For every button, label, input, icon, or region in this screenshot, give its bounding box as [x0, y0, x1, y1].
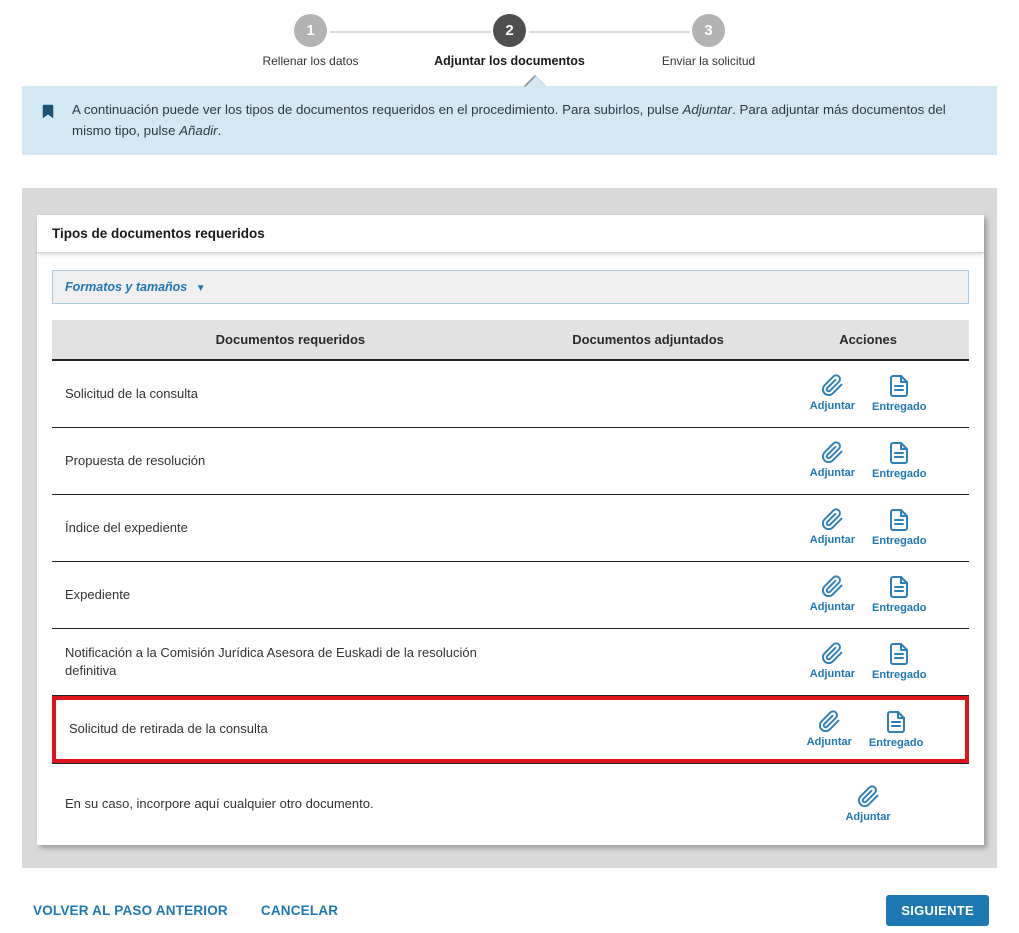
- document-icon: [887, 642, 911, 666]
- table-row-highlighted: Solicitud de retirada de la consulta Adj…: [52, 696, 969, 763]
- table-row: En su caso, incorpore aquí cualquier otr…: [52, 764, 969, 845]
- table-row: Índice del expediente Adjuntar Entregado: [52, 495, 969, 562]
- documents-table: Documentos requeridos Documentos adjunta…: [52, 320, 969, 845]
- document-name: Propuesta de resolución: [52, 442, 529, 480]
- action-label: Entregado: [872, 669, 926, 681]
- step-1-label: Rellenar los datos: [211, 54, 410, 68]
- paperclip-icon: [821, 441, 844, 464]
- document-icon: [887, 441, 911, 465]
- document-name: Índice del expediente: [52, 509, 529, 547]
- banner-text-part1: A continuación puede ver los tipos de do…: [72, 102, 683, 117]
- required-documents-panel: Tipos de documentos requeridos Formatos …: [37, 215, 984, 845]
- document-name: Notificación a la Comisión Jurídica Ases…: [52, 634, 529, 689]
- actions-cell: Adjuntar Entregado: [767, 435, 969, 486]
- banner-text-part3: .: [218, 123, 222, 138]
- paperclip-icon: [818, 710, 841, 733]
- next-button[interactable]: SIGUIENTE: [886, 895, 989, 926]
- document-icon: [887, 575, 911, 599]
- paperclip-icon: [821, 575, 844, 598]
- header-documentos-requeridos: Documentos requeridos: [52, 320, 529, 359]
- entregado-action[interactable]: Entregado: [869, 710, 923, 749]
- action-label: Adjuntar: [810, 668, 855, 680]
- banner-italic-anadir: Añadir: [179, 123, 217, 138]
- action-label: Entregado: [872, 401, 926, 413]
- actions-cell: Adjuntar: [767, 779, 969, 829]
- paperclip-icon: [857, 785, 880, 808]
- document-icon: [887, 508, 911, 532]
- content-section: Tipos de documentos requeridos Formatos …: [22, 188, 997, 868]
- back-to-previous-step-link[interactable]: VOLVER AL PASO ANTERIOR: [33, 903, 228, 918]
- step-2-circle: 2: [493, 14, 526, 47]
- info-banner: A continuación puede ver los tipos de do…: [22, 86, 997, 155]
- adjuntar-action[interactable]: Adjuntar: [810, 441, 855, 479]
- banner-italic-adjuntar: Adjuntar: [683, 102, 733, 117]
- table-row: Expediente Adjuntar Entregado: [52, 562, 969, 629]
- document-icon: [887, 374, 911, 398]
- panel-title: Tipos de documentos requeridos: [37, 215, 984, 253]
- table-row: Propuesta de resolución Adjuntar Entrega…: [52, 428, 969, 495]
- step-2-adjuntar[interactable]: 2 Adjuntar los documentos: [410, 14, 609, 68]
- paperclip-icon: [821, 508, 844, 531]
- actions-cell: Adjuntar Entregado: [765, 704, 965, 755]
- banner-text: A continuación puede ver los tipos de do…: [72, 99, 971, 142]
- document-name: Solicitud de la consulta: [52, 375, 529, 413]
- entregado-action[interactable]: Entregado: [872, 374, 926, 413]
- paperclip-icon: [821, 642, 844, 665]
- step-1-circle: 1: [294, 14, 327, 47]
- action-label: Entregado: [872, 602, 926, 614]
- adjuntar-action[interactable]: Adjuntar: [845, 785, 890, 823]
- formats-toggle-label: Formatos y tamaños: [65, 280, 187, 294]
- table-row: Solicitud de la consulta Adjuntar Entreg…: [52, 361, 969, 428]
- action-label: Adjuntar: [810, 467, 855, 479]
- adjuntar-action[interactable]: Adjuntar: [807, 710, 852, 748]
- document-name: Expediente: [52, 576, 529, 614]
- header-acciones: Acciones: [767, 320, 969, 359]
- action-label: Adjuntar: [810, 534, 855, 546]
- action-label: Entregado: [872, 535, 926, 547]
- document-icon: [884, 710, 908, 734]
- actions-cell: Adjuntar Entregado: [767, 502, 969, 553]
- action-label: Adjuntar: [807, 736, 852, 748]
- chevron-down-icon: ▼: [196, 283, 206, 294]
- action-label: Entregado: [872, 468, 926, 480]
- document-name: Solicitud de retirada de la consulta: [56, 710, 529, 748]
- action-label: Adjuntar: [845, 811, 890, 823]
- banner-caret: [524, 75, 547, 98]
- entregado-action[interactable]: Entregado: [872, 642, 926, 681]
- entregado-action[interactable]: Entregado: [872, 508, 926, 547]
- action-label: Adjuntar: [810, 400, 855, 412]
- formats-and-sizes-toggle[interactable]: Formatos y tamaños ▼: [52, 270, 969, 304]
- table-header-row: Documentos requeridos Documentos adjunta…: [52, 320, 969, 361]
- adjuntar-action[interactable]: Adjuntar: [810, 374, 855, 412]
- panel-body: Formatos y tamaños ▼ Documentos requerid…: [37, 253, 984, 845]
- adjuntar-action[interactable]: Adjuntar: [810, 508, 855, 546]
- step-3-label: Enviar la solicitud: [609, 54, 808, 68]
- entregado-action[interactable]: Entregado: [872, 441, 926, 480]
- actions-cell: Adjuntar Entregado: [767, 636, 969, 687]
- wizard-stepper: 1 Rellenar los datos 2 Adjuntar los docu…: [0, 0, 1019, 68]
- highlighted-row-wrapper: Solicitud de retirada de la consulta Adj…: [52, 696, 969, 764]
- entregado-action[interactable]: Entregado: [872, 575, 926, 614]
- step-2-label: Adjuntar los documentos: [410, 54, 609, 68]
- adjuntar-action[interactable]: Adjuntar: [810, 642, 855, 680]
- action-label: Adjuntar: [810, 601, 855, 613]
- actions-cell: Adjuntar Entregado: [767, 569, 969, 620]
- cancel-link[interactable]: CANCELAR: [261, 903, 338, 918]
- footer-bar: VOLVER AL PASO ANTERIOR CANCELAR SIGUIEN…: [33, 895, 989, 926]
- paperclip-icon: [821, 374, 844, 397]
- step-3-enviar[interactable]: 3 Enviar la solicitud: [609, 14, 808, 68]
- adjuntar-action[interactable]: Adjuntar: [810, 575, 855, 613]
- table-row: Notificación a la Comisión Jurídica Ases…: [52, 629, 969, 696]
- bookmark-icon: [39, 101, 57, 142]
- step-1-rellenar[interactable]: 1 Rellenar los datos: [211, 14, 410, 68]
- action-label: Entregado: [869, 737, 923, 749]
- header-documentos-adjuntados: Documentos adjuntados: [529, 320, 767, 359]
- actions-cell: Adjuntar Entregado: [767, 368, 969, 419]
- document-name: En su caso, incorpore aquí cualquier otr…: [52, 785, 529, 823]
- step-3-circle: 3: [692, 14, 725, 47]
